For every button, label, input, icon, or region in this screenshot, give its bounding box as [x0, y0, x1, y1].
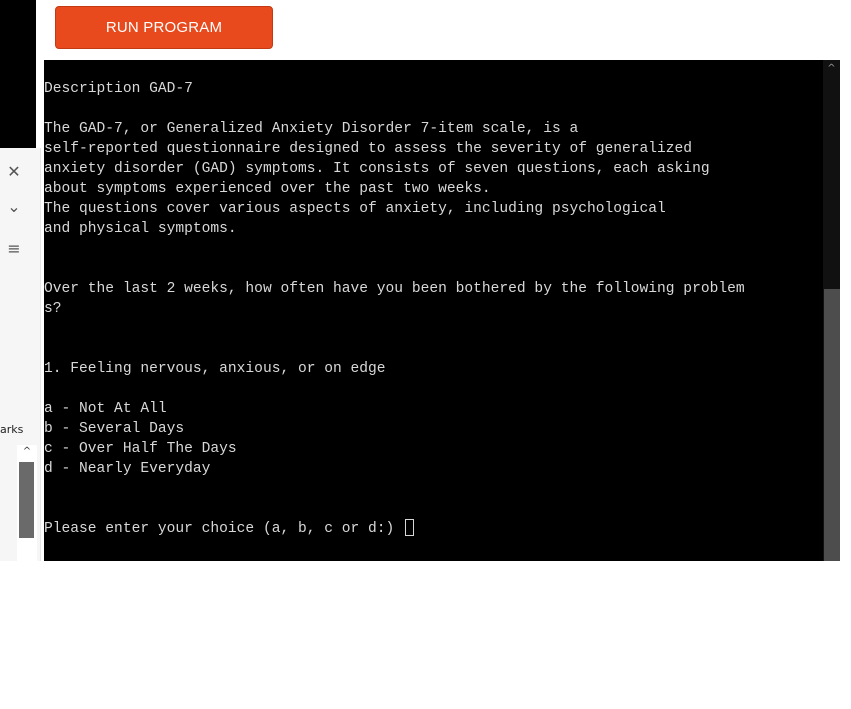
terminal-line: and physical symptoms. [44, 221, 237, 237]
terminal[interactable]: Description GAD-7 The GAD-7, or Generali… [44, 60, 823, 561]
chevron-up-icon[interactable]: ^ [19, 445, 35, 459]
terminal-line: 1. Feeling nervous, anxious, or on edge [44, 361, 386, 377]
terminal-line: about symptoms experienced over the past… [44, 181, 491, 197]
terminal-output: Description GAD-7 The GAD-7, or Generali… [44, 79, 745, 539]
terminal-line: anxiety disorder (GAD) symptoms. It cons… [44, 161, 710, 177]
scroll-up-icon[interactable]: ^ [823, 60, 840, 77]
terminal-line: self-reported questionnaire designed to … [44, 141, 693, 157]
text-cursor[interactable] [405, 519, 415, 536]
side-panel-scroll-thumb[interactable] [19, 462, 34, 538]
side-panel-label: arks [0, 423, 24, 436]
terminal-line: The GAD-7, or Generalized Anxiety Disord… [44, 121, 579, 137]
terminal-line: s? [44, 301, 62, 317]
terminal-line: The questions cover various aspects of a… [44, 201, 666, 217]
terminal-line: d - Nearly Everyday [44, 461, 211, 477]
side-panel-scrollbar[interactable]: ^ [17, 445, 37, 709]
terminal-scrollbar[interactable]: ^ [823, 60, 840, 561]
terminal-line: c - Over Half The Days [44, 441, 237, 457]
terminal-line: Please enter your choice (a, b, c or d:) [44, 521, 404, 537]
terminal-scroll-thumb[interactable] [824, 289, 840, 561]
terminal-line: Over the last 2 weeks, how often have yo… [44, 281, 745, 297]
close-icon[interactable]: ✕ [0, 157, 28, 185]
terminal-line: b - Several Days [44, 421, 185, 437]
menu-icon[interactable]: ≡ [0, 234, 28, 262]
side-panel: ✕ ⌄ ≡ arks ^ [0, 148, 41, 709]
run-program-button[interactable]: RUN PROGRAM [55, 6, 273, 49]
chevron-down-icon[interactable]: ⌄ [0, 192, 28, 220]
terminal-line: a - Not At All [44, 401, 167, 417]
terminal-line: Description GAD-7 [44, 81, 193, 97]
